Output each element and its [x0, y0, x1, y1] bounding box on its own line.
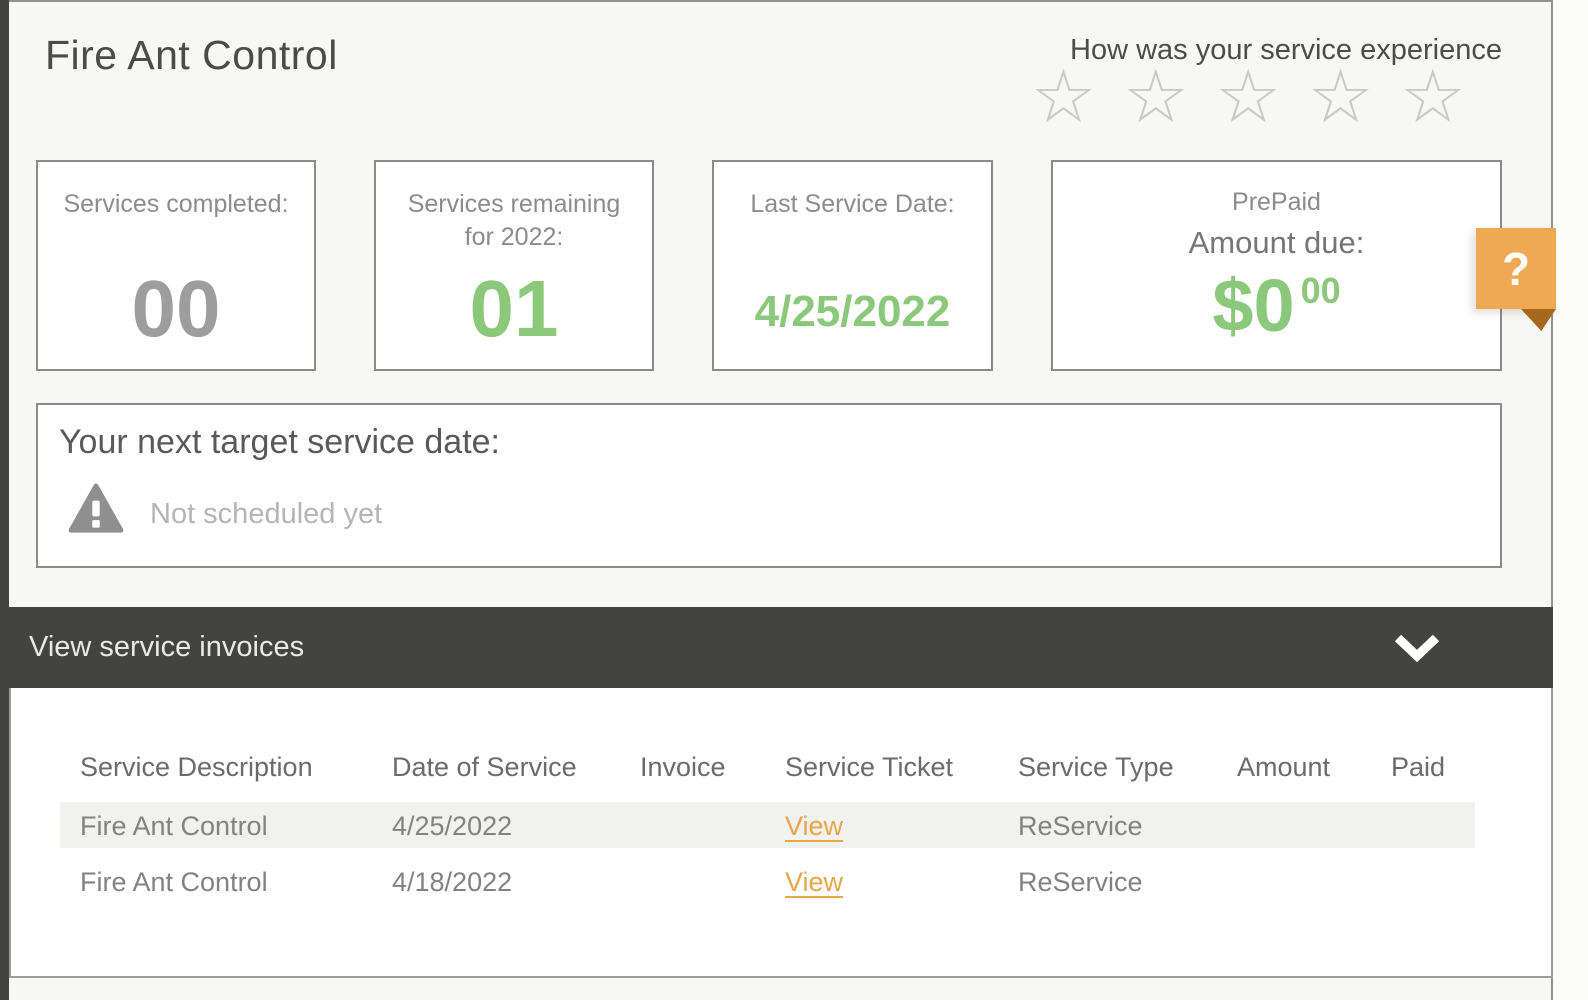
cell-service-description: Fire Ant Control — [80, 867, 268, 898]
next-target-service-box: Your next target service date: Not sched… — [36, 403, 1502, 568]
star-icon[interactable]: ☆ — [1215, 60, 1307, 134]
header-date-of-service: Date of Service — [392, 752, 577, 783]
cell-service-description: Fire Ant Control — [80, 811, 268, 842]
star-icon[interactable]: ☆ — [1400, 60, 1492, 134]
star-rating-widget[interactable]: ☆☆☆☆☆ — [1030, 60, 1492, 134]
warning-triangle-icon — [68, 483, 124, 540]
cell-date-of-service: 4/25/2022 — [392, 811, 512, 842]
amount-due-cents: 00 — [1301, 270, 1341, 311]
services-remaining-label: Services remaining for 2022: — [376, 188, 652, 253]
last-service-date-label: Last Service Date: — [714, 188, 991, 221]
header-amount: Amount — [1237, 752, 1330, 783]
header-service-type: Service Type — [1018, 752, 1174, 783]
star-icon[interactable]: ☆ — [1030, 60, 1122, 134]
chevron-down-icon[interactable] — [1394, 634, 1440, 667]
amount-due-value: $000 — [1053, 269, 1500, 343]
header-invoice: Invoice — [640, 752, 726, 783]
star-icon[interactable]: ☆ — [1123, 60, 1215, 134]
last-service-date-card: Last Service Date: 4/25/2022 — [712, 160, 993, 371]
services-completed-value: 00 — [38, 269, 314, 349]
view-service-invoices-label: View service invoices — [29, 631, 304, 664]
table-row: Fire Ant Control 4/25/2022 View ReServic… — [60, 802, 1475, 848]
prepaid-amount-card: PrePaid Amount due: $000 — [1051, 160, 1502, 371]
amount-due-label: Amount due: — [1053, 225, 1500, 261]
next-target-status: Not scheduled yet — [150, 498, 382, 531]
services-completed-card: Services completed: 00 — [36, 160, 316, 371]
services-remaining-value: 01 — [376, 269, 652, 349]
header-service-ticket: Service Ticket — [785, 752, 953, 783]
star-icon[interactable]: ☆ — [1307, 60, 1399, 134]
next-target-title: Your next target service date: — [59, 423, 500, 462]
last-service-date-value: 4/25/2022 — [714, 287, 991, 337]
view-service-invoices-bar[interactable]: View service invoices — [0, 607, 1553, 688]
help-button[interactable]: ? — [1476, 228, 1556, 309]
question-mark-icon: ? — [1502, 242, 1530, 296]
cell-service-type: ReService — [1018, 811, 1143, 842]
cell-date-of-service: 4/18/2022 — [392, 867, 512, 898]
view-ticket-link[interactable]: View — [785, 811, 843, 842]
services-remaining-card: Services remaining for 2022: 01 — [374, 160, 654, 371]
page-title: Fire Ant Control — [45, 32, 338, 79]
prepaid-label: PrePaid — [1053, 186, 1500, 219]
cell-service-type: ReService — [1018, 867, 1143, 898]
header-paid: Paid — [1391, 752, 1445, 783]
view-ticket-link[interactable]: View — [785, 867, 843, 898]
table-row: Fire Ant Control 4/18/2022 View ReServic… — [60, 858, 1475, 904]
services-completed-label: Services completed: — [38, 188, 314, 221]
left-edge-strip — [0, 0, 9, 1000]
header-service-description: Service Description — [80, 752, 313, 783]
